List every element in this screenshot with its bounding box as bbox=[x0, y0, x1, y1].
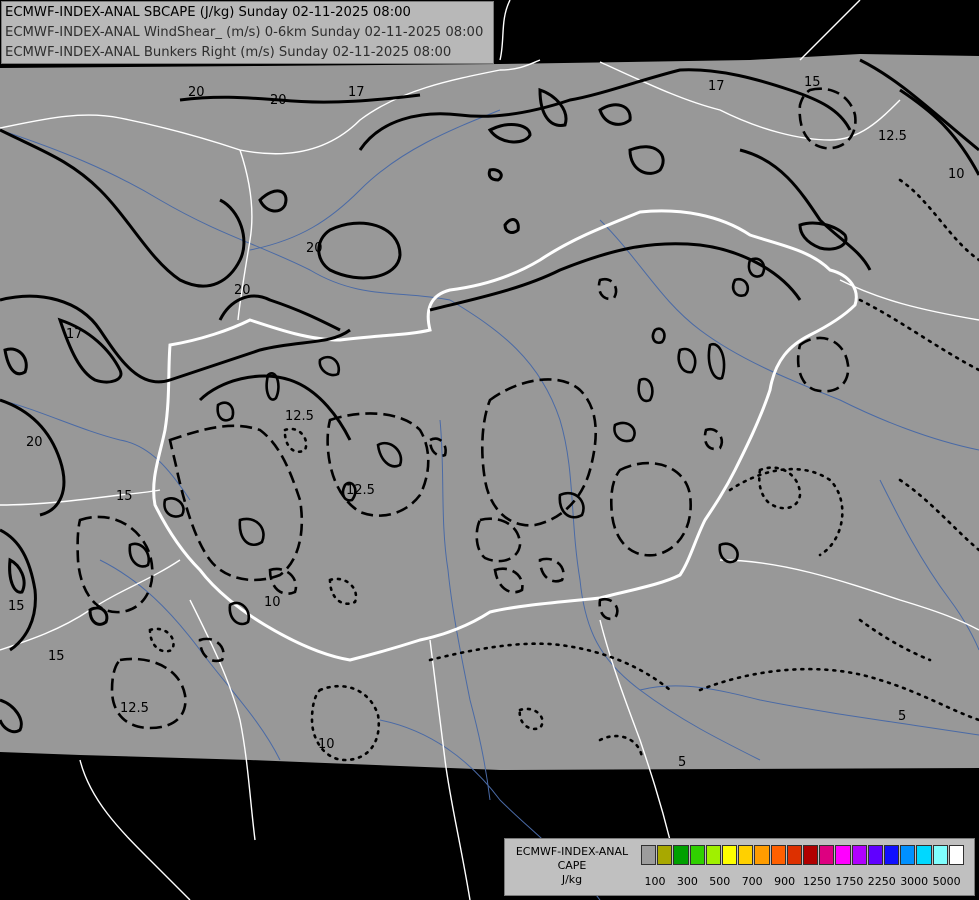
legend-tick-label: 5000 bbox=[932, 875, 961, 888]
contour-label: 12.5 bbox=[120, 701, 149, 716]
legend-swatch bbox=[705, 845, 722, 865]
map-title-box: ECMWF-INDEX-ANAL SBCAPE (J/kg) Sunday 02… bbox=[1, 1, 494, 64]
contour-label: 15 bbox=[116, 489, 133, 504]
legend-tick-label: 700 bbox=[741, 875, 763, 888]
contour-label: 20 bbox=[188, 85, 205, 100]
contour-label: 15 bbox=[8, 599, 25, 614]
contour-label: 17 bbox=[66, 327, 83, 342]
contour-label: 12.5 bbox=[285, 409, 314, 424]
contour-label: 17 bbox=[708, 79, 725, 94]
legend-swatch bbox=[786, 845, 803, 865]
legend-swatch bbox=[819, 845, 835, 865]
legend-swatch bbox=[657, 845, 673, 865]
contour-label: 5 bbox=[678, 755, 686, 770]
contour-label: 20 bbox=[306, 241, 323, 256]
weather-map: 20 20 17 17 15 12.5 10 20 20 17 20 15 12… bbox=[0, 0, 979, 900]
legend-swatch bbox=[641, 845, 657, 865]
contour-label: 20 bbox=[270, 93, 287, 108]
contour-label: 12.5 bbox=[878, 129, 907, 144]
contour-label: 17 bbox=[348, 85, 365, 100]
legend-swatch bbox=[673, 845, 689, 865]
forecast-field bbox=[0, 54, 979, 770]
legend-tick-label: 900 bbox=[774, 875, 796, 888]
legend-swatch bbox=[770, 845, 786, 865]
legend-tick-labels: 100 300 500 700 900 1250 1750 2250 3000 5000 bbox=[641, 875, 965, 889]
legend-label-unit: J/kg bbox=[561, 873, 583, 886]
title-line-bunkers: ECMWF-INDEX-ANAL Bunkers Right (m/s) Sun… bbox=[5, 45, 452, 60]
legend-tick-label: 100 bbox=[644, 875, 666, 888]
title-line-sbcape: ECMWF-INDEX-ANAL SBCAPE (J/kg) Sunday 02… bbox=[5, 5, 411, 20]
legend-swatches bbox=[641, 845, 965, 867]
legend-swatch bbox=[738, 845, 754, 865]
legend-tick-label: 2250 bbox=[867, 875, 896, 888]
legend-color-scale: 100 300 500 700 900 1250 1750 2250 3000 5000 bbox=[641, 845, 965, 891]
contour-label: 12.5 bbox=[346, 483, 375, 498]
legend-swatch bbox=[867, 845, 884, 865]
legend-swatch bbox=[754, 845, 770, 865]
legend-swatch bbox=[916, 845, 932, 865]
contour-label: 10 bbox=[318, 737, 335, 752]
contour-label: 20 bbox=[234, 283, 251, 298]
legend-swatch bbox=[803, 845, 819, 865]
legend-swatch bbox=[689, 845, 705, 865]
legend-tick-label: 500 bbox=[709, 875, 731, 888]
legend-tick-label: 1750 bbox=[835, 875, 864, 888]
contour-label: 10 bbox=[264, 595, 281, 610]
contour-label: 5 bbox=[898, 709, 906, 724]
legend-label: ECMWF-INDEX-ANAL CAPE J/kg bbox=[505, 845, 639, 887]
contour-label: 15 bbox=[48, 649, 65, 664]
contour-label: 20 bbox=[26, 435, 43, 450]
legend-swatch bbox=[835, 845, 851, 865]
legend-tick-label: 1250 bbox=[803, 875, 831, 888]
legend-swatch bbox=[932, 845, 948, 865]
legend-tick-label: 3000 bbox=[900, 875, 929, 888]
legend-label-variable: CAPE bbox=[557, 859, 587, 872]
legend-swatch bbox=[900, 845, 916, 865]
contour-label: 10 bbox=[948, 167, 965, 182]
contour-label: 15 bbox=[804, 75, 821, 90]
legend-tick-label: 300 bbox=[676, 875, 698, 888]
title-line-windshear: ECMWF-INDEX-ANAL WindShear_ (m/s) 0-6km … bbox=[5, 25, 484, 40]
cape-legend: ECMWF-INDEX-ANAL CAPE J/kg 100 300 500 700 9… bbox=[504, 838, 975, 896]
legend-swatch bbox=[722, 845, 738, 865]
legend-swatch bbox=[851, 845, 867, 865]
legend-label-model: ECMWF-INDEX-ANAL bbox=[515, 845, 629, 858]
legend-swatch bbox=[884, 845, 900, 865]
legend-swatch bbox=[948, 845, 965, 865]
